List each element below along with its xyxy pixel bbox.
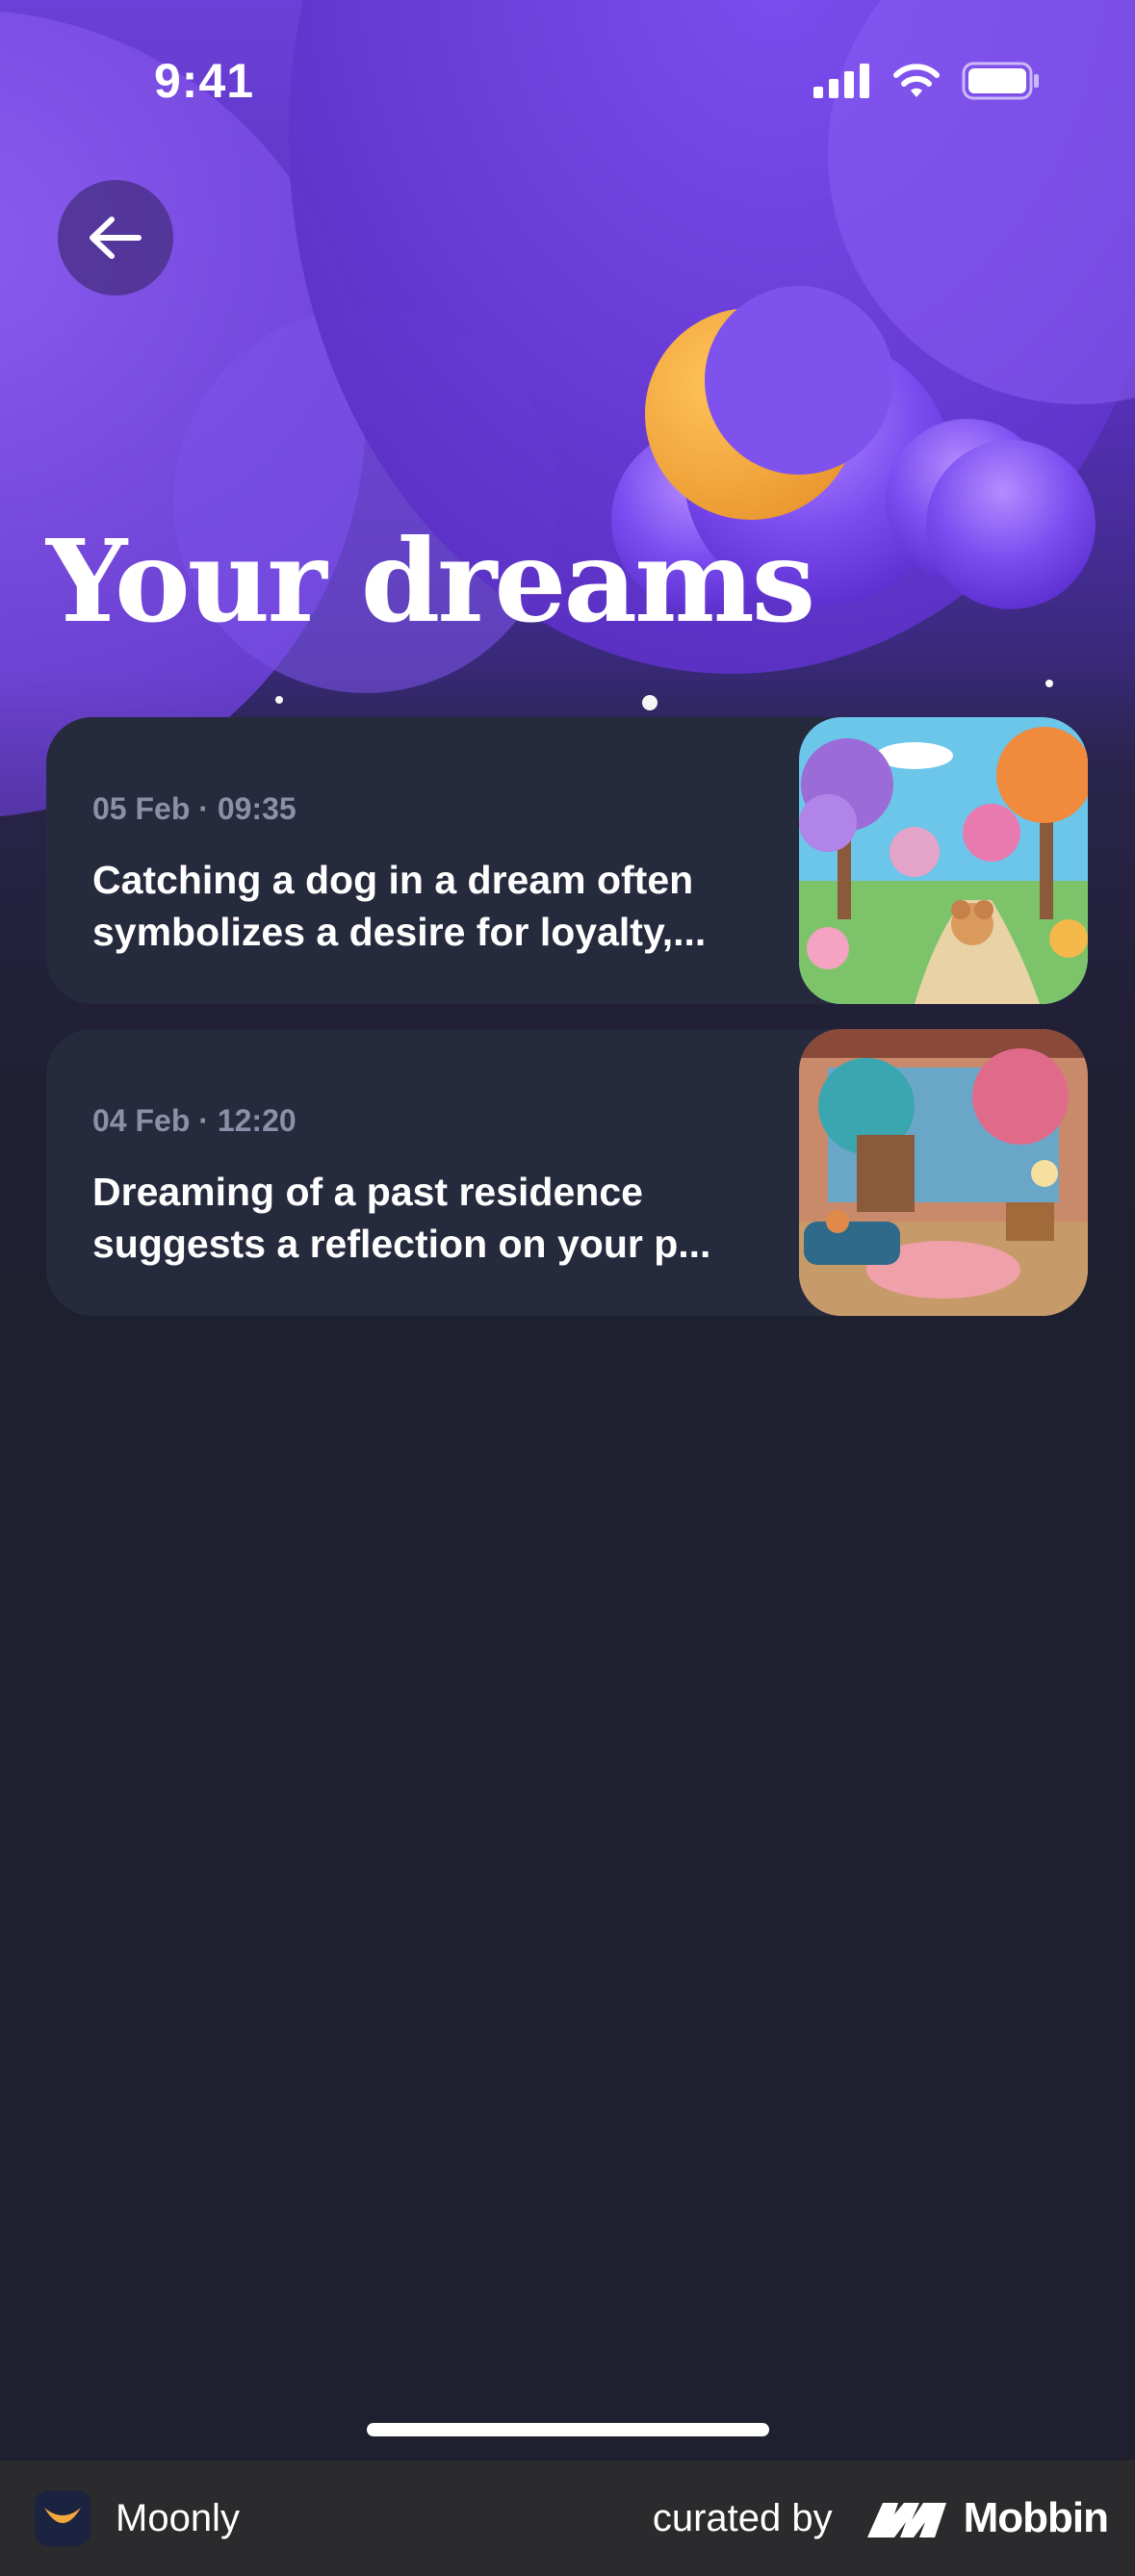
curated-by-label: curated by — [652, 2496, 833, 2539]
home-indicator[interactable] — [367, 2423, 769, 2436]
curator-attribution: curated by Mobbin — [652, 2494, 1109, 2542]
dream-list: 05 Feb · 09:35 Catching a dog in a dream… — [46, 717, 1088, 1341]
page-title: Your dreams — [46, 514, 815, 648]
dream-thumbnail-living-room — [799, 1029, 1088, 1316]
moonly-logo-icon — [35, 2490, 90, 2546]
dream-card[interactable]: 04 Feb · 12:20 Dreaming of a past reside… — [46, 1029, 1088, 1316]
dream-summary-line: Dreaming of a past residence — [92, 1170, 643, 1214]
dream-summary: Dreaming of a past residence suggests a … — [92, 1166, 786, 1270]
status-time: 9:41 — [154, 54, 255, 108]
app-attribution: Moonly — [35, 2490, 240, 2546]
dreams-screen: 9:41 Your dreams 05 Feb · 09:35 Catching… — [0, 0, 1135, 2460]
mobbin-name: Mobbin — [963, 2494, 1109, 2541]
mobbin-brand: Mobbin — [865, 2494, 1109, 2542]
dream-date: 05 Feb · 09:35 — [92, 791, 297, 826]
app-name: Moonly — [116, 2496, 240, 2539]
signal-icon — [813, 64, 869, 98]
back-button[interactable] — [58, 180, 173, 296]
dream-summary-line: suggests a reflection on your p... — [92, 1222, 711, 1266]
dream-summary-line: Catching a dog in a dream often — [92, 858, 694, 902]
battery-icon — [962, 62, 1039, 100]
arrow-left-icon — [90, 217, 142, 259]
dream-card[interactable]: 05 Feb · 09:35 Catching a dog in a dream… — [46, 717, 1088, 1004]
attribution-footer: Moonly curated by Mobbin — [0, 2460, 1135, 2576]
mobbin-logo-icon — [866, 2503, 946, 2537]
dream-date: 04 Feb · 12:20 — [92, 1103, 297, 1138]
dream-summary: Catching a dog in a dream often symboliz… — [92, 854, 786, 958]
dream-thumbnail-dog-garden — [799, 717, 1088, 1004]
dream-summary-line: symbolizes a desire for loyalty,... — [92, 910, 707, 954]
status-icons — [813, 62, 1041, 100]
wifi-icon — [893, 64, 940, 97]
status-bar: 9:41 — [0, 0, 1135, 173]
